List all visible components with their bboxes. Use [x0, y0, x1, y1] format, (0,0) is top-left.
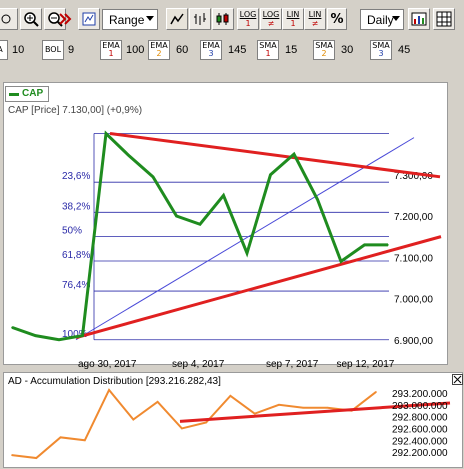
price-point [152, 176, 154, 178]
fib-label: 76,4% [62, 280, 90, 291]
fib-label: 23,6% [62, 171, 90, 182]
close-indicator-button[interactable] [452, 374, 463, 385]
price-point [340, 260, 342, 263]
price-point [58, 338, 60, 341]
x-tick-label: sep 4, 2017 [172, 359, 225, 370]
chart-title: CAP [Price] 7.130,00] (+0,9%) [8, 105, 142, 116]
ad-indicator-panel[interactable] [3, 372, 463, 468]
price-point [269, 173, 272, 176]
x-tick-label: sep 12, 2017 [337, 359, 395, 370]
y-tick-label: 7.000,00 [394, 295, 433, 306]
price-point [316, 198, 319, 201]
price-point [81, 334, 84, 337]
price-point [11, 326, 13, 329]
price-point [222, 194, 225, 197]
price-point [293, 153, 295, 155]
price-point [387, 244, 389, 246]
y-tick-label: 7.100,00 [394, 253, 433, 264]
y-tick-label: 7.200,00 [394, 212, 433, 223]
x-tick-label: sep 7, 2017 [266, 359, 319, 370]
price-point [175, 215, 178, 217]
price-point [246, 252, 248, 254]
fib-label: 38,2% [62, 201, 90, 212]
fib-label: 50% [62, 226, 82, 237]
x-tick-label: ago 30, 2017 [78, 359, 137, 370]
close-icon [453, 375, 462, 384]
price-point [199, 223, 201, 226]
fib-label: 61,8% [62, 250, 90, 261]
price-point [34, 334, 37, 337]
price-point [363, 244, 366, 246]
price-point [128, 155, 131, 157]
y-tick-label: 6.900,00 [394, 336, 433, 347]
support-line [75, 235, 442, 340]
price-point [105, 132, 107, 135]
